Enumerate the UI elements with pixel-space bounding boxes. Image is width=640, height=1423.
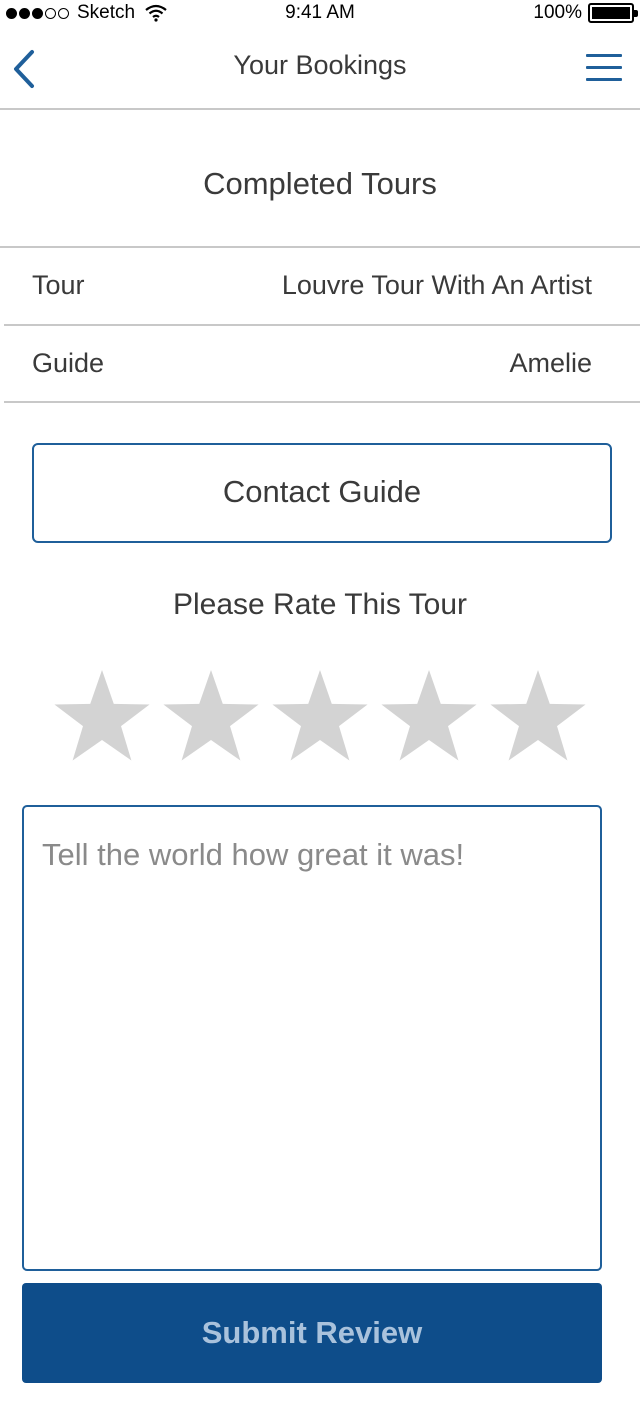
status-bar: Sketch 9:41 AM 100% [0,0,640,28]
star-icon[interactable] [486,666,590,770]
battery-percentage: 100% [533,2,582,23]
detail-label: Tour [32,270,85,300]
detail-value: Louvre Tour With An Artist [281,270,592,300]
contact-guide-button[interactable]: Contact Guide [32,443,612,543]
star-icon[interactable] [268,666,372,770]
divider [4,401,640,403]
detail-row-guide: Guide Amelie [4,326,640,402]
star-icon[interactable] [159,666,263,770]
submit-review-button[interactable]: Submit Review [22,1283,602,1383]
menu-button[interactable] [586,52,622,84]
navigation-bar: Your Bookings [0,28,640,110]
page-title: Your Bookings [233,50,407,80]
status-right: 100% [533,2,638,24]
star-icon[interactable] [50,666,154,770]
star-icon[interactable] [377,666,481,770]
rating-title: Please Rate This Tour [172,588,468,621]
review-input[interactable] [24,807,600,1269]
star-rating [0,666,640,770]
detail-row-tour: Tour Louvre Tour With An Artist [4,248,640,324]
detail-value: Amelie [509,348,592,378]
section-title: Completed Tours [203,166,437,201]
detail-label: Guide [32,348,105,378]
review-box [22,805,602,1271]
battery-icon [588,3,638,23]
